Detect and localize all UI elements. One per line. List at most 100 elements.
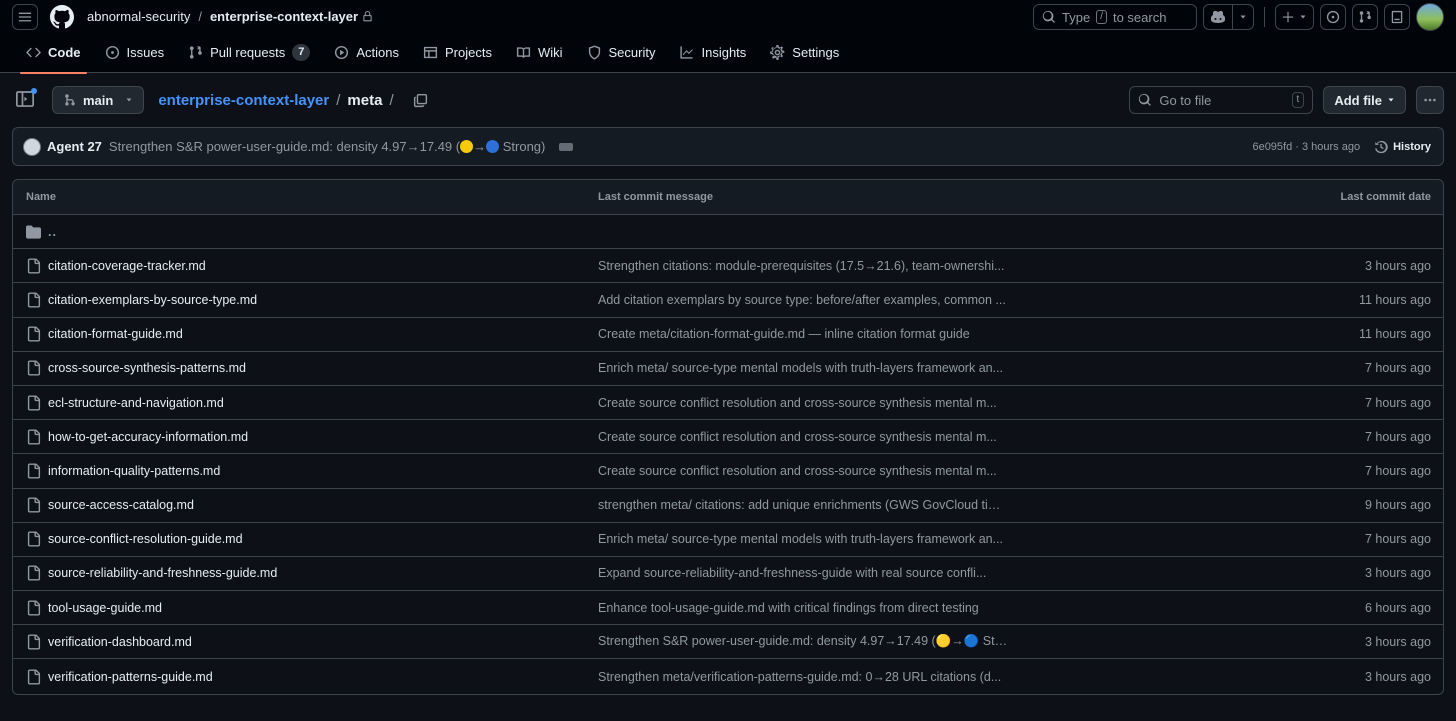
table-row[interactable]: citation-coverage-tracker.md Strengthen c…: [13, 249, 1443, 284]
table-row[interactable]: tool-usage-guide.md Enhance tool-usage-gu…: [13, 591, 1443, 626]
file-name-link[interactable]: source-conflict-resolution-guide.md: [48, 532, 243, 546]
parent-directory-row[interactable]: ..: [13, 215, 1443, 250]
author-avatar[interactable]: [23, 137, 41, 156]
branch-selector[interactable]: main: [52, 86, 145, 114]
file-name-link[interactable]: citation-format-guide.md: [48, 327, 183, 341]
copilot-split-button[interactable]: [1203, 4, 1254, 30]
tab-actions[interactable]: Actions: [324, 33, 409, 73]
tab-label: Wiki: [537, 45, 563, 60]
go-to-file-input[interactable]: Go to file t: [1129, 86, 1314, 114]
file-commit-message-link[interactable]: Strengthen meta/verification-patterns-gu…: [598, 670, 1001, 684]
file-commit-message-link[interactable]: Create source conflict resolution and cr…: [598, 430, 997, 444]
file-commit-message-link[interactable]: Enhance tool-usage-guide.md with critica…: [598, 601, 979, 615]
copy-path-button[interactable]: [413, 93, 428, 108]
repo-link[interactable]: enterprise-context-layer: [210, 9, 358, 24]
file-name-link[interactable]: cross-source-synthesis-patterns.md: [48, 361, 246, 375]
table-row[interactable]: how-to-get-accuracy-information.md Create…: [13, 420, 1443, 455]
file-icon: [26, 360, 41, 376]
issues-shortcut-button[interactable]: [1320, 4, 1346, 30]
file-commit-message-link[interactable]: Enrich meta/ source-type mental models w…: [598, 532, 1003, 546]
file-commit-message-link[interactable]: Create source conflict resolution and cr…: [598, 464, 997, 478]
menu-button[interactable]: [12, 3, 38, 30]
tab-projects[interactable]: Projects: [413, 33, 502, 73]
breadcrumb-current-folder: meta: [347, 91, 383, 109]
pull-request-icon: [1359, 11, 1371, 23]
owner-link[interactable]: abnormal-security: [87, 9, 190, 24]
expand-file-tree-button[interactable]: [16, 88, 37, 110]
file-commit-message-link[interactable]: Create meta/citation-format-guide.md — i…: [598, 327, 970, 341]
file-name-link[interactable]: source-reliability-and-freshness-guide.m…: [48, 566, 277, 580]
table-row[interactable]: citation-format-guide.md Create meta/cita…: [13, 318, 1443, 352]
parent-directory-link[interactable]: ..: [48, 225, 57, 239]
go-to-file-shortcut: t: [1291, 92, 1305, 108]
book-icon: [516, 47, 531, 58]
notification-dot: [31, 88, 37, 94]
file-name-link[interactable]: verification-patterns-guide.md: [48, 670, 213, 684]
tab-pull-requests[interactable]: Pull requests 7: [178, 33, 320, 73]
expand-commit-message-button[interactable]: [559, 142, 574, 151]
commit-sha-time[interactable]: 6e095fd · 3 hours ago: [1252, 141, 1360, 153]
file-commit-message-link[interactable]: strengthen meta/ citations: add unique e…: [598, 498, 1008, 512]
file-name-link[interactable]: source-access-catalog.md: [48, 498, 194, 512]
table-row[interactable]: source-access-catalog.md strengthen meta/…: [13, 489, 1443, 523]
file-commit-date: 7 hours ago: [1364, 463, 1431, 478]
inbox-button[interactable]: [1384, 4, 1410, 30]
file-commit-message-link[interactable]: Strengthen S&R power-user-guide.md: dens…: [598, 634, 1008, 649]
lock-icon: [362, 11, 373, 22]
tab-security[interactable]: Security: [577, 33, 666, 73]
file-commit-message-link[interactable]: Add citation exemplars by source type: b…: [598, 293, 1006, 307]
table-row[interactable]: cross-source-synthesis-patterns.md Enrich…: [13, 352, 1443, 386]
add-file-label: Add file: [1334, 92, 1382, 108]
tab-wiki[interactable]: Wiki: [506, 33, 573, 73]
github-logo-icon[interactable]: [50, 4, 74, 29]
file-commit-message-link[interactable]: Enrich meta/ source-type mental models w…: [598, 361, 1003, 375]
file-commit-message-link[interactable]: Expand source-reliability-and-freshness-…: [598, 566, 986, 580]
commit-message-arrow: →: [473, 139, 487, 154]
tab-code[interactable]: Code: [16, 33, 91, 74]
issue-opened-icon: [1326, 10, 1340, 24]
file-name-link[interactable]: citation-exemplars-by-source-type.md: [48, 293, 257, 307]
tab-label: Settings: [792, 45, 840, 60]
folder-icon: [26, 224, 41, 239]
table-row[interactable]: source-reliability-and-freshness-guide.m…: [13, 557, 1443, 592]
tab-insights[interactable]: Insights: [669, 33, 756, 73]
file-name-link[interactable]: ecl-structure-and-navigation.md: [48, 396, 224, 410]
table-row[interactable]: verification-dashboard.md Strengthen S&R …: [13, 625, 1443, 660]
column-header-date: Last commit date: [1340, 191, 1431, 203]
tab-label: Code: [48, 45, 81, 60]
file-commit-message-link[interactable]: Create source conflict resolution and cr…: [598, 396, 997, 410]
more-options-button[interactable]: [1416, 86, 1444, 114]
file-name-link[interactable]: verification-dashboard.md: [48, 635, 192, 649]
table-row[interactable]: verification-patterns-guide.md Strengthen…: [13, 659, 1443, 693]
search-icon: [1042, 10, 1055, 23]
inbox-icon: [1391, 10, 1403, 24]
table-header: Name Last commit message Last commit dat…: [13, 180, 1443, 215]
table-row[interactable]: citation-exemplars-by-source-type.md Add …: [13, 283, 1443, 318]
table-row[interactable]: source-conflict-resolution-guide.md Enric…: [13, 523, 1443, 557]
user-avatar[interactable]: [1416, 3, 1444, 31]
tab-issues[interactable]: Issues: [95, 33, 175, 73]
tab-settings[interactable]: Settings: [760, 33, 849, 73]
file-name-link[interactable]: tool-usage-guide.md: [48, 601, 162, 615]
commit-message[interactable]: Strengthen S&R power-user-guide.md: dens…: [109, 139, 545, 154]
yellow-circle-icon: [460, 140, 474, 153]
history-button[interactable]: History: [1374, 140, 1431, 154]
file-name-link[interactable]: citation-coverage-tracker.md: [48, 259, 206, 273]
file-commit-message-link[interactable]: Strengthen citations: module-prerequisit…: [598, 259, 1004, 273]
plus-button[interactable]: [1276, 5, 1313, 29]
table-row[interactable]: ecl-structure-and-navigation.md Create so…: [13, 386, 1443, 421]
global-search[interactable]: Type / to search: [1033, 4, 1197, 30]
add-file-button[interactable]: Add file: [1323, 86, 1406, 114]
copilot-button[interactable]: [1204, 5, 1232, 29]
file-name-link[interactable]: how-to-get-accuracy-information.md: [48, 430, 248, 444]
file-name-link[interactable]: information-quality-patterns.md: [48, 464, 220, 478]
search-shortcut-key: /: [1096, 10, 1107, 24]
caret-down-icon: [1388, 98, 1394, 102]
table-row[interactable]: information-quality-patterns.md Create so…: [13, 454, 1443, 489]
file-icon: [26, 326, 41, 342]
create-new-button[interactable]: [1275, 4, 1314, 30]
pull-requests-shortcut-button[interactable]: [1352, 4, 1378, 30]
breadcrumb-repo-link[interactable]: enterprise-context-layer: [158, 92, 329, 109]
commit-author[interactable]: Agent 27: [47, 139, 102, 154]
copilot-dropdown[interactable]: [1232, 5, 1253, 29]
